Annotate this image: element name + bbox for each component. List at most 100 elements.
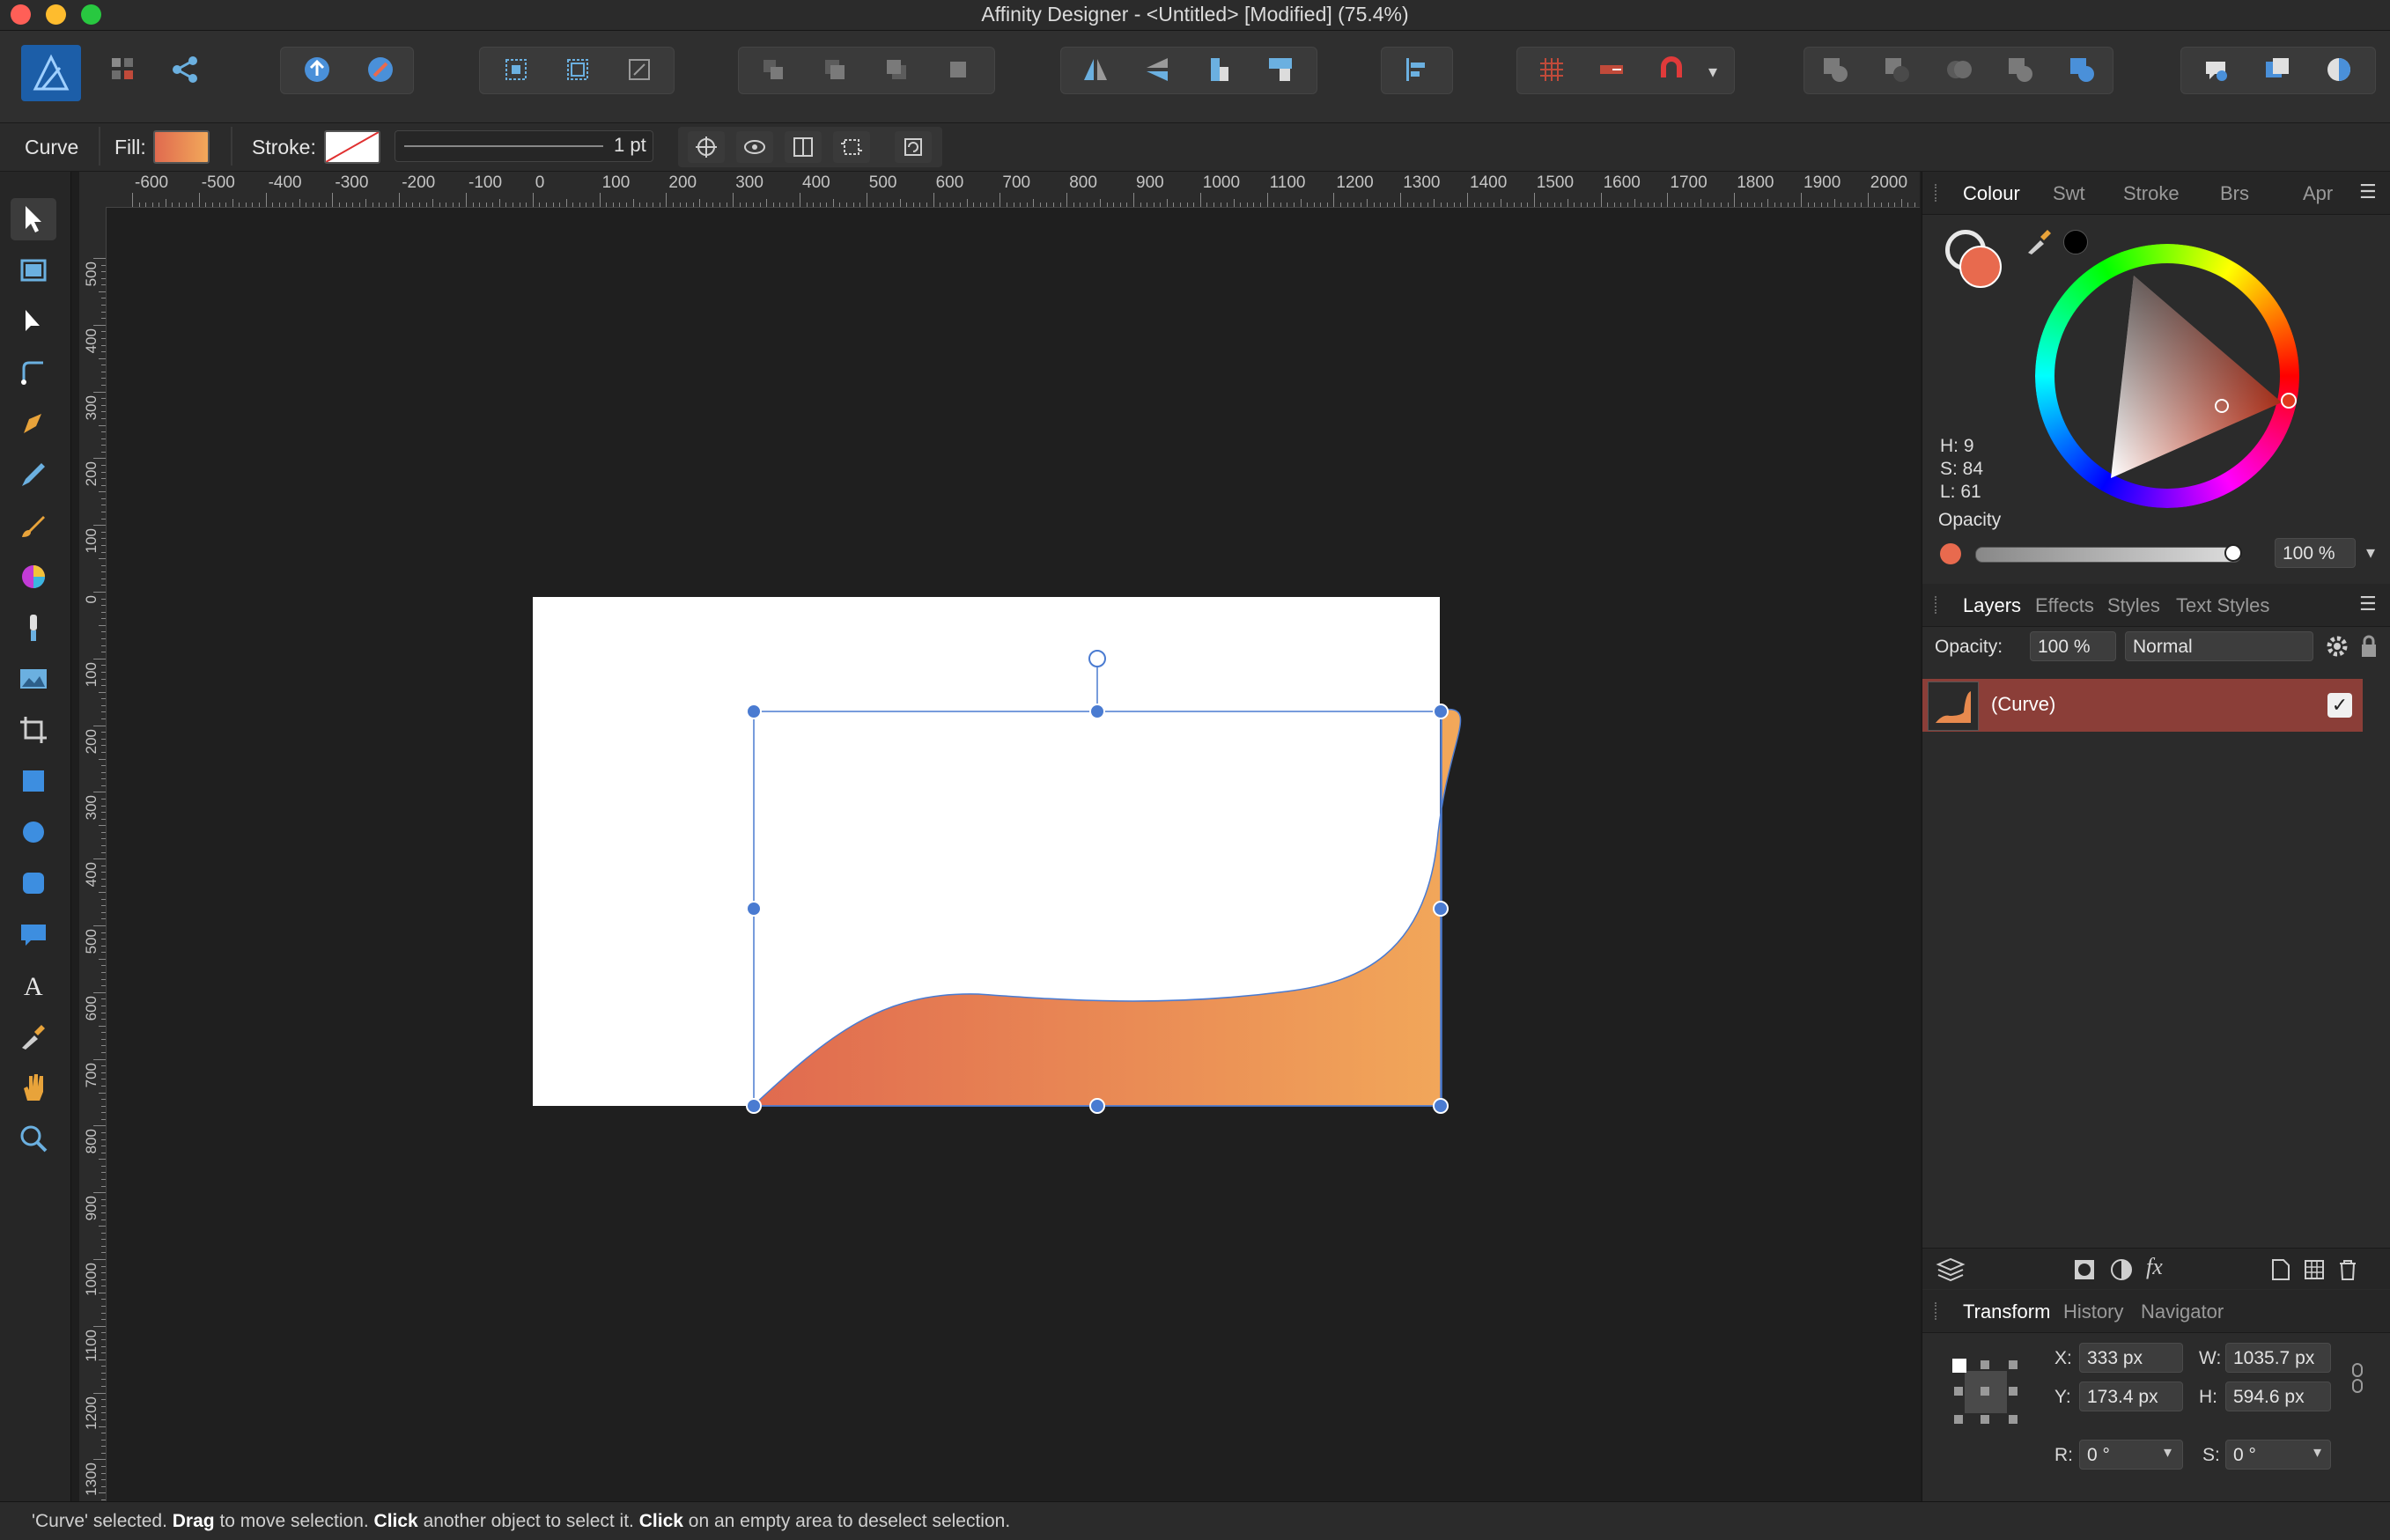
mask-layer-icon[interactable]: [2072, 1257, 2097, 1286]
ellipse-tool-icon[interactable]: [11, 811, 56, 853]
panel-menu-icon[interactable]: ☰: [2359, 181, 2377, 203]
grid-icon[interactable]: [1532, 50, 1571, 89]
insert-target-icon[interactable]: [2320, 50, 2358, 89]
panel-grip[interactable]: [1935, 1302, 1940, 1320]
crop-tool-icon[interactable]: [11, 709, 56, 751]
pen-tool-icon[interactable]: [11, 402, 56, 445]
x-input[interactable]: 333 px: [2079, 1343, 2183, 1373]
stroke-swatch[interactable]: [324, 130, 380, 164]
move-to-back-icon[interactable]: [754, 50, 793, 89]
panel-grip[interactable]: [1935, 184, 1940, 202]
add-pixel-layer-icon[interactable]: [2269, 1257, 2292, 1286]
resize-handle-left[interactable]: [746, 901, 762, 917]
rectangle-tool-icon[interactable]: [11, 760, 56, 802]
tab-history[interactable]: History: [2063, 1301, 2123, 1323]
rounded-rect-tool-icon[interactable]: [11, 862, 56, 904]
opacity-input[interactable]: 100 %: [2275, 538, 2356, 568]
tab-layers[interactable]: Layers: [1963, 594, 2021, 617]
insert-inside-icon[interactable]: [2196, 50, 2235, 89]
align-target-icon[interactable]: [688, 131, 725, 163]
resize-handle-top-left[interactable]: [746, 704, 762, 719]
rotate-counter-clockwise-icon[interactable]: [1199, 50, 1238, 89]
add-boolean-icon[interactable]: [1816, 50, 1855, 89]
pencil-tool-icon[interactable]: [11, 453, 56, 496]
hue-picker[interactable]: [2281, 393, 2297, 409]
tab-transform[interactable]: Transform: [1963, 1301, 2050, 1323]
layers-stack-icon[interactable]: [1935, 1256, 1966, 1286]
panel-menu-icon[interactable]: ☰: [2359, 593, 2377, 615]
show-hide-icon[interactable]: [736, 131, 773, 163]
snapping-dropdown-icon[interactable]: ▾: [1708, 61, 1717, 83]
subtract-boolean-icon[interactable]: [1877, 50, 1916, 89]
tab-swatches[interactable]: Swt: [2053, 182, 2085, 205]
snap-to-grid-icon[interactable]: [1592, 50, 1631, 89]
canvas[interactable]: [107, 208, 1920, 1501]
fill-tool-icon[interactable]: [11, 556, 56, 598]
artboard-tool-icon[interactable]: [11, 249, 56, 291]
colour-wheel[interactable]: [2035, 244, 2299, 508]
anchor-point-selector[interactable]: [1951, 1357, 2021, 1427]
fx-icon[interactable]: fx: [2146, 1254, 2163, 1280]
blend-mode-select[interactable]: Normal: [2125, 631, 2313, 661]
layer-opacity-input[interactable]: 100 %: [2030, 631, 2116, 661]
corner-tool-icon[interactable]: [11, 351, 56, 394]
w-input[interactable]: 1035.7 px: [2225, 1343, 2331, 1373]
trash-icon[interactable]: [2336, 1257, 2359, 1286]
opacity-slider[interactable]: [1975, 544, 2242, 563]
panel-grip[interactable]: [1935, 596, 1940, 614]
transform-origin-icon[interactable]: [558, 50, 597, 89]
move-forward-one-icon[interactable]: [877, 50, 916, 89]
tab-colour[interactable]: Colour: [1963, 182, 2020, 205]
fill-well[interactable]: [1959, 246, 2002, 288]
resize-handle-right[interactable]: [1433, 901, 1449, 917]
rotate-mode-icon[interactable]: [895, 131, 932, 163]
designer-persona-icon[interactable]: [21, 45, 81, 101]
shear-dropdown-icon[interactable]: ▾: [2313, 1443, 2321, 1462]
distribute-icon[interactable]: [785, 131, 822, 163]
xor-boolean-icon[interactable]: [2001, 50, 2040, 89]
bounding-box-icon[interactable]: [620, 50, 659, 89]
layer-visibility-checkbox[interactable]: ✓: [2327, 693, 2352, 718]
transform-mode-icon[interactable]: [833, 131, 870, 163]
link-icon[interactable]: [2349, 1360, 2366, 1400]
intersect-boolean-icon[interactable]: [1939, 50, 1978, 89]
stroke-width-slider[interactable]: 1 pt: [395, 130, 653, 162]
resize-handle-top-right[interactable]: [1433, 704, 1449, 719]
lock-icon[interactable]: [2357, 633, 2380, 659]
rotate-clockwise-icon[interactable]: [1261, 50, 1300, 89]
assistant-icon[interactable]: [361, 50, 400, 89]
opacity-slider-thumb[interactable]: [2224, 544, 2242, 562]
tab-stroke[interactable]: Stroke: [2123, 182, 2180, 205]
divide-boolean-icon[interactable]: [2062, 50, 2101, 89]
speech-bubble-tool-icon[interactable]: [11, 913, 56, 955]
flip-horizontal-icon[interactable]: [1076, 50, 1115, 89]
add-group-icon[interactable]: [2303, 1257, 2326, 1286]
curve-shape[interactable]: [751, 708, 1462, 1107]
resize-handle-top[interactable]: [1089, 704, 1105, 719]
insert-behind-icon[interactable]: [2258, 50, 2297, 89]
tab-appearance[interactable]: Apr: [2303, 182, 2333, 205]
fill-stroke-selector[interactable]: [1942, 226, 2002, 288]
tab-effects[interactable]: Effects: [2035, 594, 2094, 617]
rotation-handle[interactable]: [1088, 650, 1106, 667]
place-image-icon[interactable]: [11, 658, 56, 700]
node-tool-icon[interactable]: [11, 300, 56, 343]
rotation-dropdown-icon[interactable]: ▾: [2164, 1443, 2172, 1462]
opacity-dropdown-icon[interactable]: ▾: [2357, 538, 2384, 568]
h-input[interactable]: 594.6 px: [2225, 1382, 2331, 1411]
horizontal-ruler[interactable]: -600 -500 -400 -300 -200 -100 0 100 200 300 400 500…: [79, 172, 1920, 208]
color-picker-icon[interactable]: [11, 1015, 56, 1057]
flip-vertical-icon[interactable]: [1138, 50, 1177, 89]
tab-brushes[interactable]: Brs: [2220, 182, 2249, 205]
export-persona-icon[interactable]: [166, 50, 204, 89]
vertical-ruler[interactable]: 500 400 300 200 100 0 100 200 300 400 500 600 700 800…: [79, 207, 107, 1501]
snapshot-icon[interactable]: [298, 50, 336, 89]
gear-icon[interactable]: [2324, 633, 2350, 659]
fill-swatch[interactable]: [153, 130, 210, 164]
transform-objects-icon[interactable]: [497, 50, 535, 89]
align-left-icon[interactable]: [1397, 50, 1435, 89]
layer-row[interactable]: (Curve): [1922, 679, 2363, 732]
move-tool-icon[interactable]: [11, 198, 56, 240]
resize-handle-bottom[interactable]: [1089, 1098, 1105, 1114]
snapping-magnet-icon[interactable]: [1652, 50, 1691, 89]
